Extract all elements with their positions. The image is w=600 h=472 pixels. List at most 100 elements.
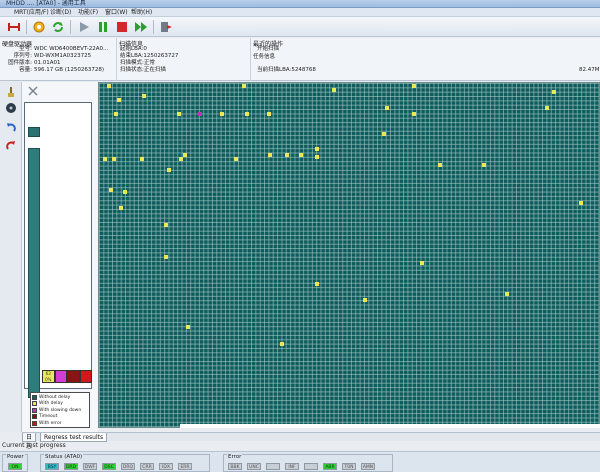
horizontal-scrollbar[interactable] <box>180 424 600 428</box>
menu-item-window[interactable]: 窗口(W) <box>105 8 128 17</box>
sector-block-marker[interactable] <box>197 111 202 116</box>
sector-block-marker[interactable] <box>504 291 509 296</box>
status-lamp: DSC <box>102 463 116 470</box>
palette-swatch-slow[interactable] <box>54 370 67 383</box>
tab-regress-results[interactable]: Regress test results <box>40 433 108 442</box>
toolbar-separator <box>70 20 71 34</box>
sector-block-marker[interactable] <box>314 281 319 286</box>
palette-swatch-delay[interactable]: 63 0% <box>42 370 55 383</box>
brush-icon[interactable] <box>3 84 19 100</box>
sector-block-marker[interactable] <box>122 189 127 194</box>
legend-swatch <box>32 407 37 413</box>
settings-icon[interactable] <box>31 19 47 35</box>
menu-item-diagnose[interactable]: 诊断(D) <box>50 8 71 17</box>
sector-block-marker[interactable] <box>279 341 284 346</box>
undo-icon[interactable] <box>3 120 19 136</box>
window-title: MHDD .... [ATA0] - 通用工具 <box>6 0 86 7</box>
sector-block-marker[interactable] <box>381 131 386 136</box>
sector-block-marker[interactable] <box>185 324 190 329</box>
sector-block-marker[interactable] <box>362 297 367 302</box>
sector-block-marker[interactable] <box>102 156 107 161</box>
status-lamp: BBK <box>228 463 242 470</box>
sector-block-marker[interactable] <box>116 97 121 102</box>
disk-icon[interactable] <box>3 100 19 116</box>
sector-block-marker[interactable] <box>166 167 171 172</box>
sector-block-marker[interactable] <box>141 93 146 98</box>
sector-block-marker[interactable] <box>298 152 303 157</box>
sector-block-marker[interactable] <box>241 83 246 88</box>
block-summary-header <box>28 127 40 137</box>
sector-block-marker[interactable] <box>219 111 224 116</box>
menu-item-mrt[interactable]: MRT(应用/F) <box>14 8 49 17</box>
status-lamp: DWF <box>83 463 97 470</box>
toolbar-separator <box>153 20 154 34</box>
sector-block-marker[interactable] <box>233 156 238 161</box>
ata-status-title: Status (ATA0) <box>44 454 84 460</box>
sector-block-map[interactable] <box>98 82 600 428</box>
drive-info-panel: 硬盘驱动器 型号: WDC WD6400BEVT-22A0... 序列号: WD… <box>0 38 117 81</box>
sector-block-marker[interactable] <box>314 154 319 159</box>
sector-block-marker[interactable] <box>384 105 389 110</box>
sector-block-marker[interactable] <box>244 111 249 116</box>
sector-block-marker[interactable] <box>176 111 181 116</box>
sector-block-marker[interactable] <box>163 254 168 259</box>
ata-status-group: Status (ATA0) BSY DRD DWF DSC DRQ CRR IDX ERR <box>40 454 210 472</box>
legend-swatch <box>32 414 37 420</box>
scan-mode: 扫描模式:正常 <box>120 60 155 66</box>
refresh-icon[interactable] <box>50 19 66 35</box>
sector-block-marker[interactable] <box>118 205 123 210</box>
exit-icon[interactable] <box>158 19 174 35</box>
sector-block-marker[interactable] <box>411 83 416 88</box>
scan-info-panel: 扫描信息 起始LBA:0 结束LBA:1250263727 扫描模式:正常 扫描… <box>117 38 251 81</box>
sector-block-marker[interactable] <box>178 156 183 161</box>
status-lamp: T0N <box>342 463 356 470</box>
sector-block-marker[interactable] <box>113 111 118 116</box>
stop-icon[interactable] <box>114 19 130 35</box>
palette-swatch-timeout[interactable] <box>67 370 80 383</box>
sector-block-marker[interactable] <box>106 83 111 88</box>
sector-block-marker[interactable] <box>267 152 272 157</box>
sector-block-marker[interactable] <box>578 200 583 205</box>
drive-firmware-label: 固件版本: <box>8 60 32 66</box>
menu-item-help[interactable]: 帮助(H) <box>131 8 152 17</box>
title-bar: MHDD .... [ATA0] - 通用工具 <box>0 0 600 8</box>
drive-firmware-value: 01.01A01 <box>34 60 61 66</box>
status-bar: Power ON Status (ATA0) BSY DRD DWF DSC DRQ CR… <box>0 451 600 472</box>
redo-icon[interactable] <box>3 138 19 154</box>
sector-block-marker[interactable] <box>481 162 486 167</box>
status-lamp <box>304 463 318 470</box>
sector-block-marker[interactable] <box>108 187 113 192</box>
sector-block-marker[interactable] <box>419 260 424 265</box>
sector-block-marker[interactable] <box>284 152 289 157</box>
pause-icon[interactable] <box>95 19 111 35</box>
drive-model-value: WDC WD6400BEVT-22A0... <box>34 46 109 52</box>
sector-block-marker[interactable] <box>163 222 168 227</box>
status-lamp <box>266 463 280 470</box>
skip-icon[interactable] <box>133 19 149 35</box>
sector-block-marker[interactable] <box>111 156 116 161</box>
disconnect-icon[interactable] <box>6 19 22 35</box>
sector-block-marker[interactable] <box>544 105 549 110</box>
bottom-tabs: 日志 Regress test results <box>22 432 600 450</box>
close-icon[interactable] <box>27 85 39 97</box>
sector-block-marker[interactable] <box>314 146 319 151</box>
legend-label: With error <box>39 420 62 426</box>
sector-block-marker[interactable] <box>411 111 416 116</box>
drive-capacity-label: 容量: <box>19 67 32 73</box>
sector-block-marker[interactable] <box>266 111 271 116</box>
status-lamp: IDX <box>159 463 173 470</box>
current-lba: 当前扫描LBA:5248768 <box>257 67 316 73</box>
menu-item-function[interactable]: 功能(F) <box>78 8 98 17</box>
sector-block-marker[interactable] <box>551 89 556 94</box>
sector-block-marker[interactable] <box>437 162 442 167</box>
status-lamp: DRQ <box>121 463 135 470</box>
lamp-power: ON <box>8 463 22 470</box>
sector-block-marker[interactable] <box>139 156 144 161</box>
sector-block-marker[interactable] <box>182 152 187 157</box>
status-lamp: ERR <box>178 463 192 470</box>
menu-bar: MRT(应用/F) 诊断(D) 功能(F) 窗口(W) 帮助(H) <box>0 8 600 17</box>
tab-log[interactable]: 日志 <box>22 433 36 450</box>
sector-block-marker[interactable] <box>331 87 336 92</box>
play-icon[interactable] <box>76 19 92 35</box>
palette-swatch-error[interactable] <box>79 370 92 383</box>
